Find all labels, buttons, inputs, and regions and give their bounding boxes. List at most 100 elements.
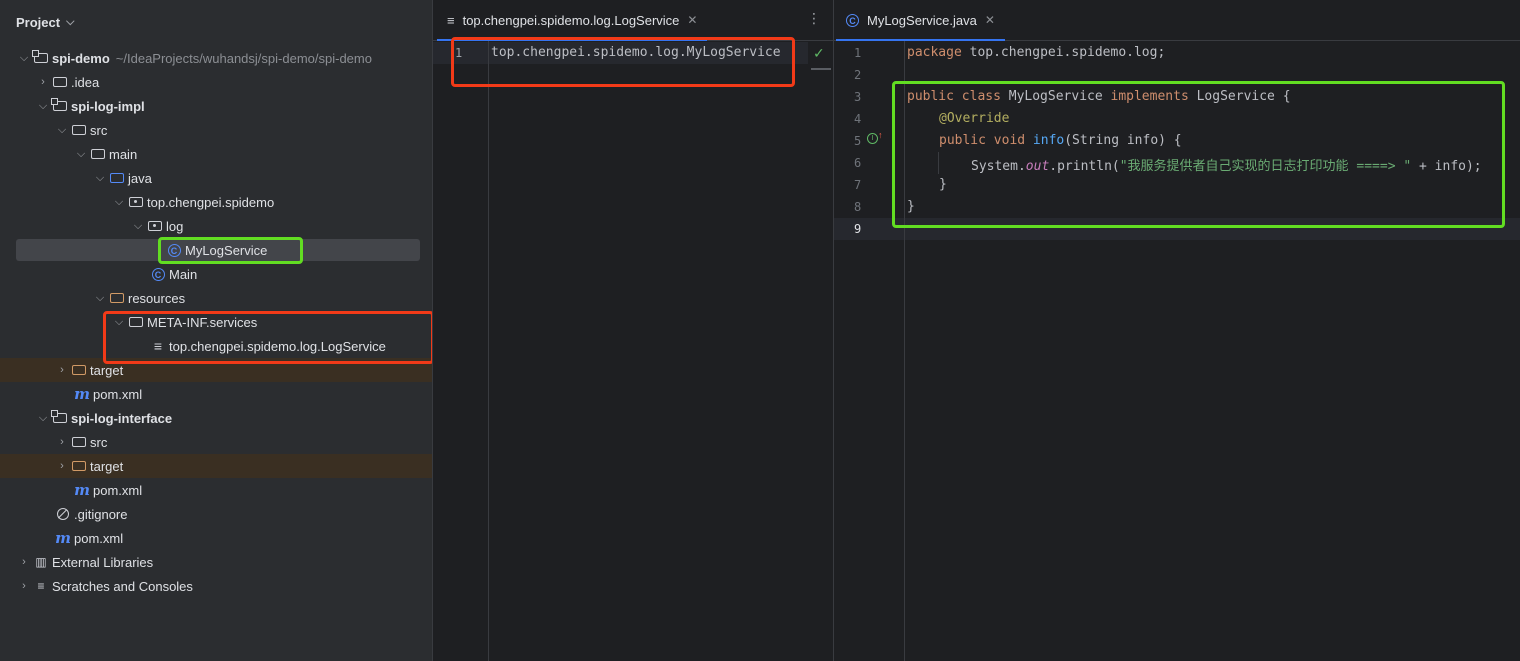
- indent-guide: [938, 152, 939, 174]
- tree-node-pom-interface[interactable]: m pom.xml: [0, 478, 432, 502]
- chevron-right-icon[interactable]: ›: [54, 460, 70, 472]
- code-line-4[interactable]: @Override: [939, 111, 1009, 126]
- chevron-down-icon[interactable]: ⌵: [35, 412, 51, 425]
- tree-node-label: META-INF.services: [147, 314, 258, 330]
- chevron-down-icon: ⌵: [66, 15, 75, 28]
- tree-node-label: src: [90, 434, 108, 450]
- chevron-down-icon[interactable]: ⌵: [35, 100, 51, 113]
- tree-node-label: pom.xml: [93, 386, 143, 402]
- tree-node-external-libraries[interactable]: › ▥ External Libraries: [0, 550, 432, 574]
- tab-label: MyLogService.java: [867, 12, 977, 28]
- library-icon: ▥: [35, 555, 47, 569]
- tree-node-scratches[interactable]: › ≡ Scratches and Consoles: [0, 574, 432, 598]
- tree-node-spi-log-impl[interactable]: ⌵ spi-log-impl: [0, 94, 432, 118]
- tree-node-path: ~/IdeaProjects/wuhandsj/spi-demo/spi-dem…: [115, 50, 372, 66]
- chevron-down-icon[interactable]: ⌵: [92, 292, 108, 305]
- line-number: 4: [854, 112, 862, 126]
- tree-node-meta-inf-services[interactable]: ⌵ META-INF.services: [0, 310, 432, 334]
- close-icon[interactable]: ✕: [687, 13, 697, 27]
- tree-node-spi-log-interface[interactable]: ⌵ spi-log-interface: [0, 406, 432, 430]
- more-options-icon[interactable]: ⋮: [807, 10, 821, 27]
- maven-icon: m: [55, 529, 71, 547]
- text-file-icon: ≡: [153, 338, 163, 354]
- tree-node-label: .idea: [71, 74, 100, 90]
- code-line-1[interactable]: top.chengpei.spidemo.log.MyLogService: [491, 45, 781, 60]
- tree-node-label: pom.xml: [74, 530, 124, 546]
- tab-service-file[interactable]: ≡ top.chengpei.spidemo.log.LogService ✕: [436, 0, 708, 41]
- tree-node-target[interactable]: › target: [0, 358, 432, 382]
- line-number: 1: [455, 46, 463, 60]
- ignore-file-icon: [54, 506, 72, 522]
- tree-node-label: top.chengpei.spidemo.log.LogService: [169, 338, 386, 354]
- tree-node-label: main: [109, 146, 138, 162]
- tree-node-src[interactable]: ⌵ src: [0, 118, 432, 142]
- editor-tab-bar: ≡ top.chengpei.spidemo.log.LogService ✕ …: [433, 0, 833, 41]
- tree-node-service-file[interactable]: ≡ top.chengpei.spidemo.log.LogService: [0, 334, 432, 358]
- project-view-selector[interactable]: Project ⌵: [16, 12, 74, 32]
- tree-node-gitignore[interactable]: .gitignore: [0, 502, 432, 526]
- editor-tab-bar: C MyLogService.java ✕: [834, 0, 1520, 41]
- code-line-7[interactable]: }: [939, 177, 947, 192]
- code-line-5[interactable]: public void info(String info) {: [939, 133, 1182, 148]
- tree-node-label: src: [90, 122, 108, 138]
- tree-node-label: .gitignore: [74, 506, 128, 522]
- resources-folder-icon: [108, 290, 126, 306]
- tree-node-package-spidemo[interactable]: ⌵ top.chengpei.spidemo: [0, 190, 432, 214]
- module-folder-icon: [51, 410, 69, 426]
- folder-icon: [70, 434, 88, 450]
- current-line-highlight: [834, 218, 1520, 240]
- tree-node-label: External Libraries: [52, 554, 154, 570]
- tree-node-label: spi-log-impl: [71, 98, 145, 114]
- chevron-down-icon[interactable]: ⌵: [111, 196, 127, 209]
- line-number: 6: [854, 156, 862, 170]
- editor-pane-java: C MyLogService.java ✕ 1 2 3 4 5 6 7 8 9 …: [833, 0, 1520, 661]
- tree-node-label: java: [128, 170, 152, 186]
- tree-node-package-log[interactable]: ⌵ log: [0, 214, 432, 238]
- line-number: 2: [854, 68, 862, 82]
- arrow-up-icon: ↑: [878, 130, 883, 140]
- chevron-right-icon[interactable]: ›: [54, 364, 70, 376]
- code-line-3[interactable]: public class MyLogService implements Log…: [907, 89, 1291, 104]
- line-number: 5: [854, 134, 862, 148]
- tab-label: top.chengpei.spidemo.log.LogService: [462, 12, 680, 28]
- tree-node-src-interface[interactable]: › src: [0, 430, 432, 454]
- code-line-1[interactable]: package top.chengpei.spidemo.log;: [907, 45, 1165, 60]
- tree-node-target-interface[interactable]: › target: [0, 454, 432, 478]
- implements-method-icon[interactable]: I: [867, 133, 878, 144]
- tree-node-mylogservice[interactable]: C MyLogService: [0, 238, 432, 262]
- chevron-down-icon[interactable]: ⌵: [111, 316, 127, 329]
- tree-node-main-class[interactable]: C Main: [0, 262, 432, 286]
- close-icon[interactable]: ✕: [985, 13, 995, 27]
- source-folder-icon: [108, 170, 126, 186]
- tree-node-pom-impl[interactable]: m pom.xml: [0, 382, 432, 406]
- tree-node-label: spi-log-interface: [71, 410, 173, 426]
- folder-icon: [89, 146, 107, 162]
- tree-node-resources[interactable]: ⌵ resources: [0, 286, 432, 310]
- tree-node-label: spi-demo: [52, 50, 110, 66]
- line-number: 7: [854, 178, 862, 192]
- chevron-down-icon[interactable]: ⌵: [73, 148, 89, 161]
- folder-icon: [70, 122, 88, 138]
- tree-node-java[interactable]: ⌵ java: [0, 166, 432, 190]
- editor-pane-service-file: ≡ top.chengpei.spidemo.log.LogService ✕ …: [432, 0, 833, 661]
- chevron-down-icon[interactable]: ⌵: [16, 52, 32, 65]
- tree-node-main[interactable]: ⌵ main: [0, 142, 432, 166]
- module-folder-icon: [51, 98, 69, 114]
- tree-node-spi-demo[interactable]: ⌵ spi-demo ~/IdeaProjects/wuhandsj/spi-d…: [0, 46, 432, 70]
- module-folder-icon: [32, 50, 50, 66]
- tab-mylogservice-java[interactable]: C MyLogService.java ✕: [836, 0, 1005, 41]
- package-icon: [127, 194, 145, 210]
- tree-node-label: target: [90, 362, 124, 378]
- chevron-right-icon[interactable]: ›: [35, 76, 51, 88]
- tree-node-idea[interactable]: › .idea: [0, 70, 432, 94]
- chevron-down-icon[interactable]: ⌵: [92, 172, 108, 185]
- chevron-right-icon[interactable]: ›: [16, 556, 32, 568]
- chevron-right-icon[interactable]: ›: [54, 436, 70, 448]
- panel-title: Project: [16, 14, 61, 30]
- code-line-6[interactable]: System.out.println("我服务提供者自己实现的日志打印功能 ==…: [971, 155, 1482, 174]
- chevron-right-icon[interactable]: ›: [16, 580, 32, 592]
- tree-node-pom-root[interactable]: m pom.xml: [0, 526, 432, 550]
- chevron-down-icon[interactable]: ⌵: [130, 220, 146, 233]
- code-line-8[interactable]: }: [907, 199, 915, 214]
- chevron-down-icon[interactable]: ⌵: [54, 124, 70, 137]
